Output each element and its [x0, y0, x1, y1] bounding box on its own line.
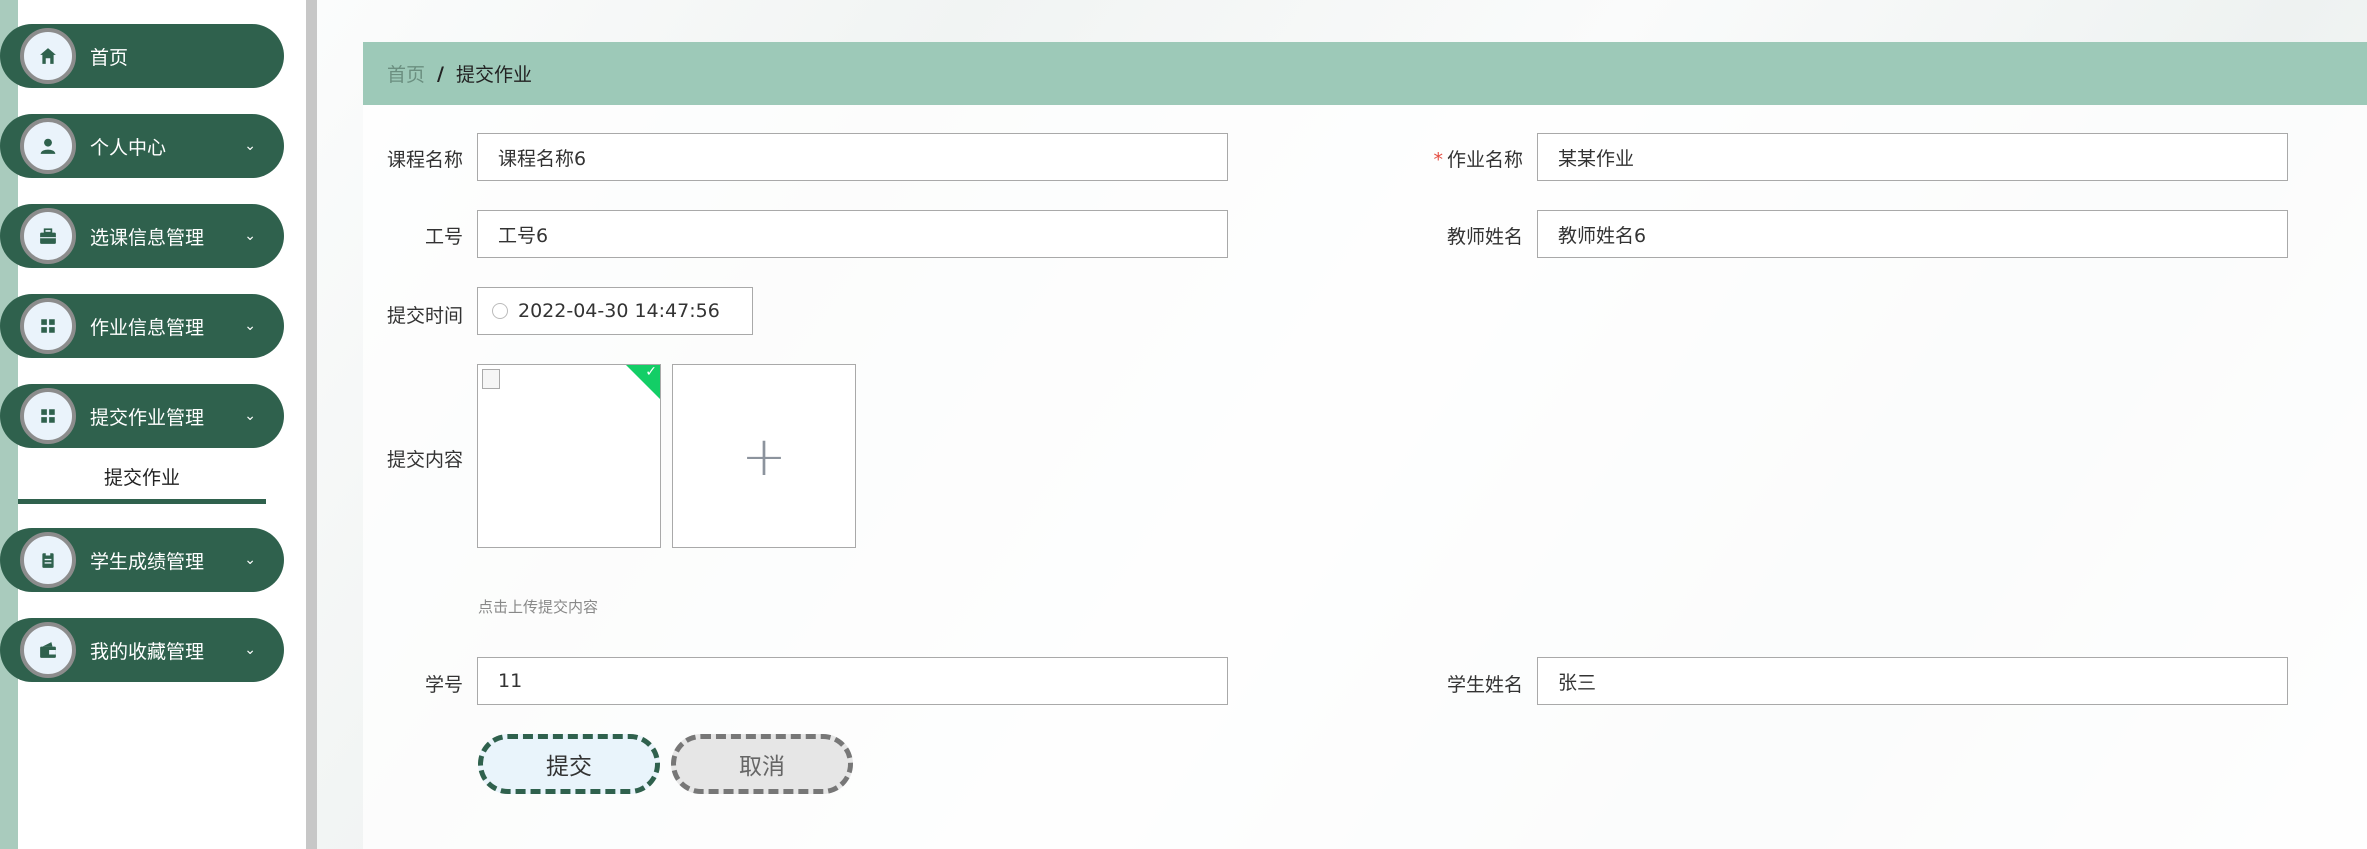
employee-id-field[interactable]: 工号6 — [477, 210, 1228, 258]
chevron-down-icon: ⌄ — [244, 408, 256, 424]
submit-button[interactable]: 提交 — [478, 734, 660, 794]
submit-content-label: 提交内容 — [386, 449, 463, 471]
sidebar-item-label: 提交作业管理 — [90, 406, 205, 429]
user-icon — [20, 118, 76, 174]
teacher-name-field[interactable]: 教师姓名6 — [1537, 210, 2288, 258]
home-icon — [20, 28, 76, 84]
sidebar-item-label: 作业信息管理 — [90, 316, 205, 339]
sidebar-item-personal-center[interactable]: 个人中心 ⌄ — [0, 114, 284, 178]
sidebar-divider — [306, 0, 317, 849]
submit-time-value: 2022-04-30 14:47:56 — [518, 300, 720, 322]
sidebar-item-label: 学生成绩管理 — [90, 550, 205, 573]
sidebar-item-student-grades[interactable]: 学生成绩管理 ⌄ — [0, 528, 284, 592]
course-name-field[interactable]: 课程名称6 — [477, 133, 1228, 181]
student-id-field[interactable]: 11 — [477, 657, 1228, 705]
homework-name-label-text: 作业名称 — [1446, 149, 1523, 171]
required-marker: * — [1433, 149, 1443, 171]
sidebar-item-homework-info[interactable]: 作业信息管理 ⌄ — [0, 294, 284, 358]
chevron-down-icon: ⌄ — [244, 642, 256, 658]
wallet-icon — [20, 622, 76, 678]
breadcrumb-separator: / — [437, 62, 444, 85]
breadcrumb-home[interactable]: 首页 — [387, 60, 425, 87]
grid-icon — [20, 388, 76, 444]
grid-icon — [20, 298, 76, 354]
homework-name-field[interactable]: 某某作业 — [1537, 133, 2288, 181]
sidebar-item-label: 我的收藏管理 — [90, 640, 205, 663]
upload-hint: 点击上传提交内容 — [478, 598, 599, 616]
sidebar-item-label: 选课信息管理 — [90, 226, 205, 249]
student-name-label: 学生姓名 — [1446, 674, 1523, 696]
chevron-down-icon: ⌄ — [244, 138, 256, 154]
cancel-button[interactable]: 取消 — [671, 734, 853, 794]
uploaded-image-thumbnail[interactable]: ✓ — [477, 364, 661, 548]
sidebar-item-home[interactable]: 首页 — [0, 24, 284, 88]
broken-image-icon — [482, 369, 500, 389]
upload-add-button[interactable]: + — [672, 364, 856, 548]
sidebar-item-course-selection[interactable]: 选课信息管理 ⌄ — [0, 204, 284, 268]
employee-id-label: 工号 — [424, 226, 463, 248]
sidebar-item-my-favorites[interactable]: 我的收藏管理 ⌄ — [0, 618, 284, 682]
sidebar-item-label: 个人中心 — [90, 136, 167, 159]
sidebar-item-label: 首页 — [90, 46, 129, 69]
student-name-field[interactable]: 张三 — [1537, 657, 2288, 705]
check-icon: ✓ — [645, 364, 657, 380]
teacher-name-label: 教师姓名 — [1446, 226, 1523, 248]
sidebar: 首页 个人中心 ⌄ 选课信息管理 ⌄ 作业信息管理 ⌄ 提交作业管理 ⌄ 提交作… — [0, 0, 306, 849]
breadcrumb-current: 提交作业 — [455, 64, 532, 86]
submit-time-picker[interactable]: 2022-04-30 14:47:56 — [477, 287, 753, 335]
plus-icon: + — [741, 424, 787, 488]
homework-name-label: * 作业名称 — [1393, 145, 1523, 172]
chevron-down-icon: ⌄ — [244, 552, 256, 568]
clock-icon — [492, 303, 508, 319]
chevron-down-icon: ⌄ — [244, 318, 256, 334]
course-name-label: 课程名称 — [386, 149, 463, 171]
student-id-label: 学号 — [424, 674, 463, 696]
clipboard-icon — [20, 532, 76, 588]
submenu-item-submit-homework[interactable]: 提交作业 — [18, 453, 266, 504]
breadcrumb: 首页 / 提交作业 — [363, 42, 2367, 105]
chevron-down-icon: ⌄ — [244, 228, 256, 244]
submit-time-label: 提交时间 — [386, 305, 463, 327]
sidebar-item-submit-homework[interactable]: 提交作业管理 ⌄ — [0, 384, 284, 448]
briefcase-icon — [20, 208, 76, 264]
